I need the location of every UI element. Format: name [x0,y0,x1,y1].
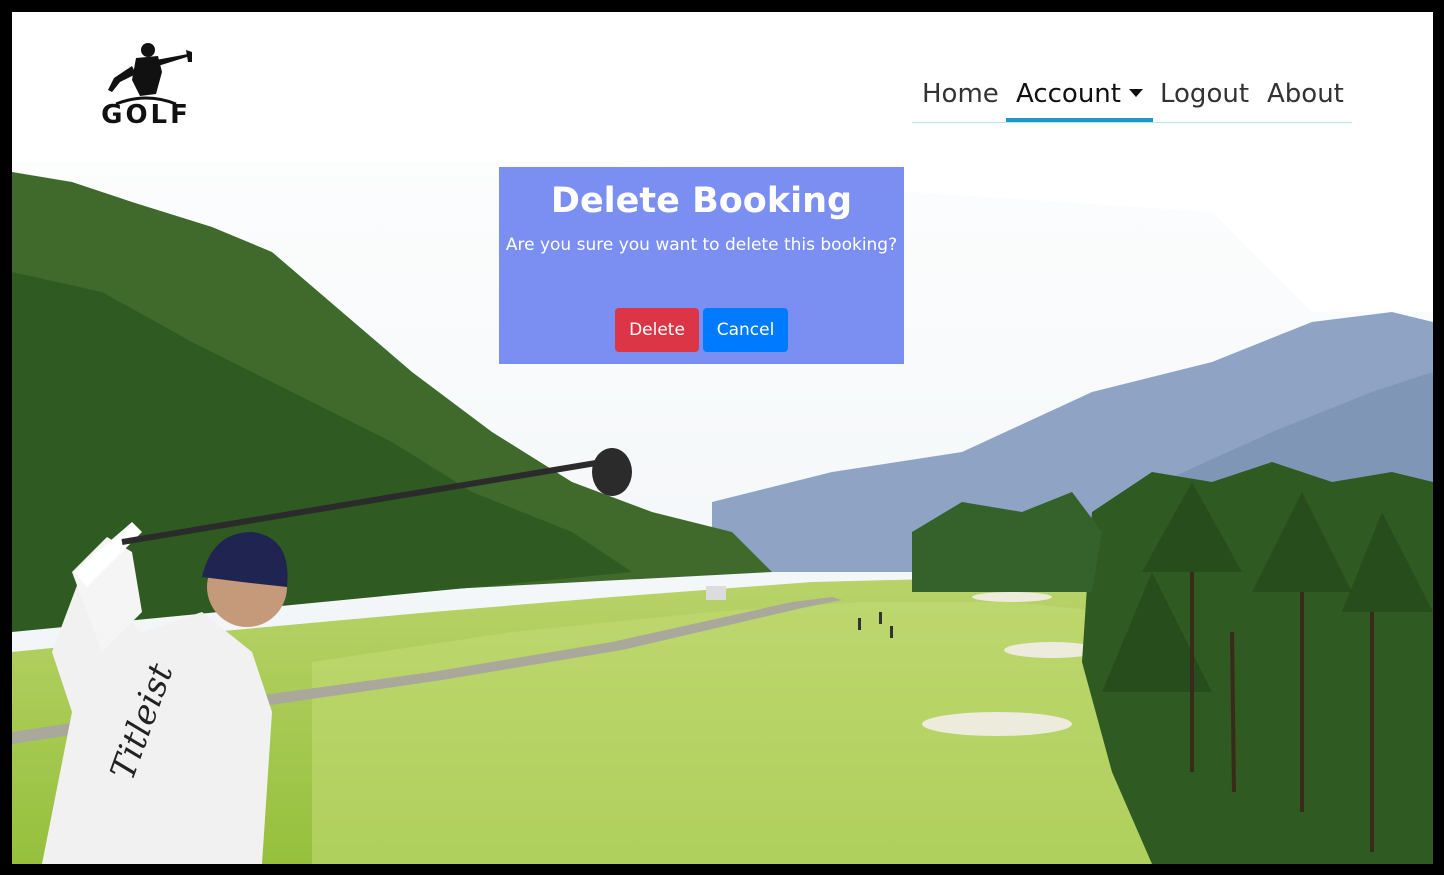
browser-page: Titleist GOLF Home Account Logout About [12,12,1433,864]
golf-logo[interactable]: GOLF [96,42,196,144]
nav-account-label: Account [1016,79,1121,109]
delete-button[interactable]: Delete [615,308,699,352]
nav-about-link[interactable]: About [1267,74,1344,120]
golf-course-background-image: Titleist [12,12,1433,864]
caret-down-icon [1128,89,1143,97]
nav-account-dropdown[interactable]: Account [1006,74,1153,122]
dialog-title: Delete Booking [550,181,853,221]
delete-booking-dialog: Delete Booking Are you sure you want to … [499,167,904,364]
main-navigation: Home Account Logout About [912,74,1352,123]
cancel-button[interactable]: Cancel [703,308,788,352]
nav-home-link[interactable]: Home [922,74,999,120]
dialog-message: Are you sure you want to delete this boo… [505,235,898,255]
logo-text: GOLF [101,100,191,130]
nav-logout-link[interactable]: Logout [1160,74,1249,120]
